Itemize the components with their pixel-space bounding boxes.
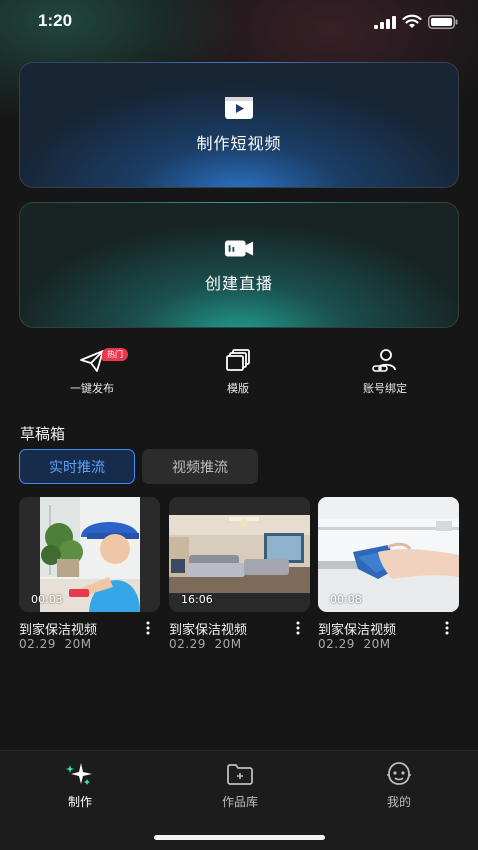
draft-date: 02.29 bbox=[19, 637, 56, 651]
nav-make-label: 制作 bbox=[67, 795, 92, 809]
battery-icon bbox=[428, 15, 458, 29]
draft-size: 20M bbox=[64, 637, 92, 651]
one-click-publish-button[interactable]: 热门 一键发布 bbox=[47, 348, 137, 396]
nav-mine[interactable]: 我的 bbox=[359, 761, 439, 810]
draft-size: 20M bbox=[214, 637, 242, 651]
draft-date: 02.29 bbox=[318, 637, 355, 651]
video-duration: 00:08 bbox=[330, 593, 362, 606]
signal-icon bbox=[374, 16, 396, 29]
video-duration: 00:03 bbox=[31, 593, 63, 606]
account-link-icon bbox=[372, 349, 396, 372]
video-thumbnail[interactable]: 00:03 bbox=[19, 497, 160, 612]
home-indicator[interactable] bbox=[154, 835, 325, 840]
sparkle-star-icon bbox=[66, 763, 92, 785]
more-vertical-icon[interactable] bbox=[141, 620, 155, 636]
create-live-label: 创建直播 bbox=[204, 274, 273, 293]
tab-video-stream[interactable]: 视频推流 bbox=[142, 449, 258, 484]
draft-title: 到家保洁视频 bbox=[318, 623, 397, 638]
play-icon bbox=[225, 97, 253, 119]
create-live-card[interactable]: 创建直播 bbox=[19, 202, 459, 328]
drafts-title: 草稿箱 bbox=[20, 425, 66, 443]
more-vertical-icon[interactable] bbox=[291, 620, 305, 636]
folder-icon bbox=[227, 764, 253, 785]
nav-works-label: 作品库 bbox=[221, 795, 258, 809]
draft-card[interactable]: 16:06 到家保洁视频 02.29 20M bbox=[169, 497, 310, 651]
draft-card[interactable]: 00:03 到家保洁视频 02.29 20M bbox=[19, 497, 160, 651]
draft-title: 到家保洁视频 bbox=[169, 623, 248, 638]
draft-size: 20M bbox=[363, 637, 391, 651]
draft-meta: 02.29 20M bbox=[19, 637, 92, 651]
make-short-video-card[interactable]: 制作短视频 bbox=[19, 62, 459, 188]
wifi-icon bbox=[402, 14, 422, 28]
template-label: 模版 bbox=[227, 382, 249, 395]
video-thumbnail[interactable]: 16:06 bbox=[169, 497, 310, 612]
template-button[interactable]: 模版 bbox=[193, 348, 283, 396]
draft-meta: 02.29 20M bbox=[318, 637, 391, 651]
draft-title: 到家保洁视频 bbox=[19, 623, 98, 638]
quick-actions: 热门 一键发布 模版 账号绑定 bbox=[0, 348, 478, 400]
make-short-video-label: 制作短视频 bbox=[196, 134, 282, 153]
nav-make[interactable]: 制作 bbox=[40, 761, 120, 810]
status-bar: 1:20 bbox=[0, 0, 478, 44]
template-icon bbox=[226, 349, 250, 371]
more-vertical-icon[interactable] bbox=[440, 620, 454, 636]
profile-face-icon bbox=[387, 762, 411, 785]
account-binding-button[interactable]: 账号绑定 bbox=[340, 348, 430, 396]
draft-card[interactable]: 00:08 到家保洁视频 02.29 20M bbox=[318, 497, 459, 651]
hot-badge: 热门 bbox=[102, 348, 128, 361]
camera-icon bbox=[224, 240, 254, 257]
video-duration: 16:06 bbox=[181, 593, 213, 606]
nav-works[interactable]: 作品库 bbox=[200, 761, 280, 810]
status-time: 1:20 bbox=[38, 11, 73, 30]
video-thumbnail[interactable]: 00:08 bbox=[318, 497, 459, 612]
account-binding-label: 账号绑定 bbox=[363, 382, 407, 395]
tab-realtime-stream[interactable]: 实时推流 bbox=[19, 449, 135, 484]
nav-mine-label: 我的 bbox=[386, 795, 411, 809]
one-click-publish-label: 一键发布 bbox=[70, 382, 114, 395]
draft-meta: 02.29 20M bbox=[169, 637, 242, 651]
draft-date: 02.29 bbox=[169, 637, 206, 651]
